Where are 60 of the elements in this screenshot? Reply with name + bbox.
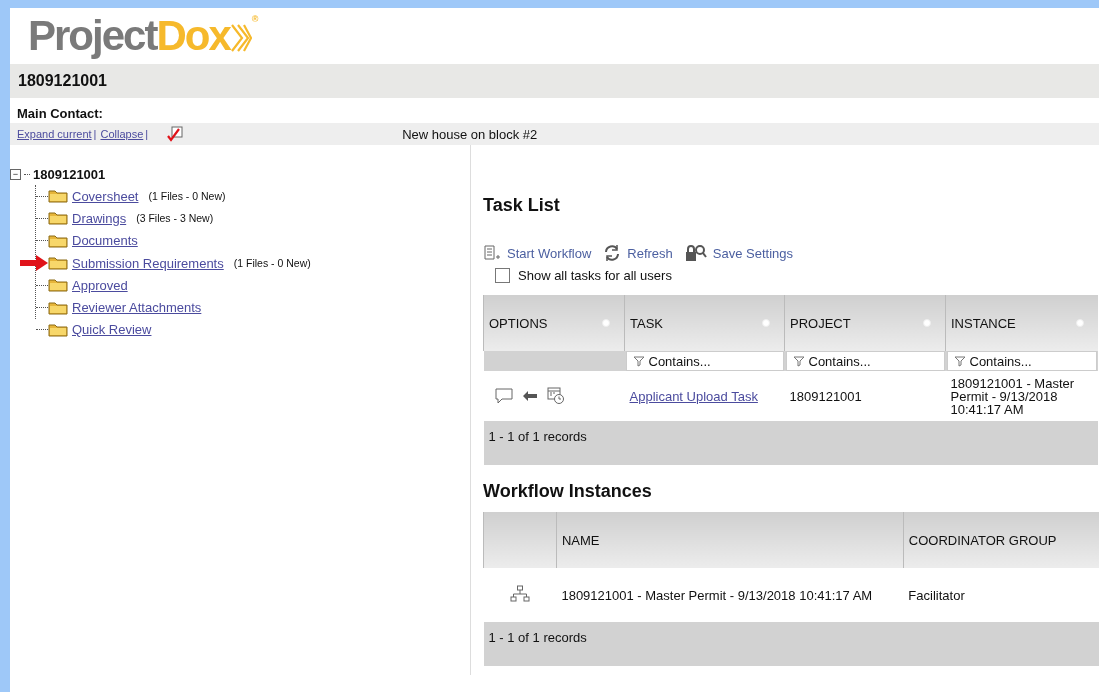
file-count: (1 Files - 0 New) bbox=[148, 190, 226, 203]
column-header[interactable]: PROJECT bbox=[784, 295, 946, 351]
record-count: 1 - 1 of 1 records bbox=[488, 429, 587, 444]
folder-link[interactable]: Drawings bbox=[72, 210, 127, 226]
checkbox[interactable] bbox=[166, 126, 185, 142]
table-cell: Facilitator bbox=[903, 568, 1099, 622]
column-header[interactable]: NAME bbox=[556, 512, 904, 568]
collapse-toggle[interactable]: − bbox=[10, 168, 21, 180]
back-arrow-icon[interactable] bbox=[522, 391, 537, 401]
separator-text: | bbox=[145, 128, 149, 140]
separator-text: | bbox=[93, 128, 97, 140]
folder-link[interactable]: Submission Requirements bbox=[72, 255, 224, 271]
column-header[interactable]: OPTIONS bbox=[483, 295, 625, 351]
record-count: 1 - 1 of 1 records bbox=[488, 630, 587, 645]
show-all-checkbox[interactable]: Show all tasks for all users bbox=[495, 268, 672, 283]
folder-icon bbox=[48, 211, 68, 226]
folder-icon bbox=[48, 322, 68, 337]
column-header[interactable]: INSTANCE bbox=[945, 295, 1098, 351]
filter-icon[interactable] bbox=[953, 355, 966, 367]
section-heading: Task List bbox=[483, 195, 561, 216]
folder-link[interactable]: Coversheet bbox=[72, 188, 139, 204]
refresh-link[interactable]: Refresh bbox=[603, 244, 673, 262]
filter-icon[interactable] bbox=[632, 355, 645, 367]
filter-icon[interactable] bbox=[792, 355, 805, 367]
task-link[interactable]: Applicant Upload Task bbox=[629, 388, 758, 404]
filter-field[interactable]: Contains... bbox=[785, 351, 945, 371]
comment-icon[interactable] bbox=[494, 388, 513, 404]
calendar-clock-icon[interactable] bbox=[546, 387, 565, 405]
file-count: (1 Files - 0 New) bbox=[233, 257, 311, 270]
column-header[interactable]: COORDINATOR GROUP bbox=[903, 512, 1099, 568]
section-heading: Workflow Instances bbox=[483, 481, 653, 502]
hierarchy-icon[interactable] bbox=[509, 584, 530, 603]
folder-link[interactable]: Approved bbox=[72, 277, 128, 293]
project-description: New house on block #2 bbox=[402, 126, 538, 142]
folder-link[interactable]: Documents bbox=[72, 233, 138, 249]
tree-link[interactable]: Expand current bbox=[17, 128, 92, 140]
refresh-icon bbox=[603, 244, 622, 262]
table-cell: 1809121001 bbox=[784, 371, 946, 421]
folder-icon bbox=[48, 189, 68, 204]
filter-field[interactable]: Contains... bbox=[946, 351, 1097, 371]
main-contact-label: Main Contact: bbox=[16, 105, 104, 123]
folder-link[interactable]: Quick Review bbox=[72, 322, 152, 338]
tree-link[interactable]: Collapse bbox=[100, 128, 144, 140]
save-settings-link[interactable]: Save Settings bbox=[684, 244, 794, 262]
tree-root[interactable]: 1809121001 bbox=[33, 166, 106, 182]
filter-field[interactable]: Contains... bbox=[625, 351, 784, 371]
start-workflow-link[interactable]: Start Workflow bbox=[483, 244, 592, 262]
folder-icon bbox=[48, 278, 68, 293]
project-title: 1809121001 bbox=[18, 72, 107, 90]
table-cell: 1809121001 - Master Permit - 9/13/2018 10:41:17 AM bbox=[945, 371, 1098, 421]
document-add-icon bbox=[483, 244, 501, 262]
folder-link[interactable]: Reviewer Attachments bbox=[72, 300, 202, 316]
folder-icon bbox=[48, 233, 68, 248]
logo: ProjectDox ® bbox=[28, 15, 259, 57]
table-cell: 1809121001 - Master Permit - 9/13/2018 10:41:17 AM bbox=[556, 568, 904, 622]
column-header[interactable]: TASK bbox=[624, 295, 785, 351]
folder-icon bbox=[48, 256, 68, 271]
file-count: (3 Files - 3 New) bbox=[136, 212, 214, 225]
lock-search-icon bbox=[684, 244, 707, 262]
folder-icon bbox=[48, 300, 68, 315]
